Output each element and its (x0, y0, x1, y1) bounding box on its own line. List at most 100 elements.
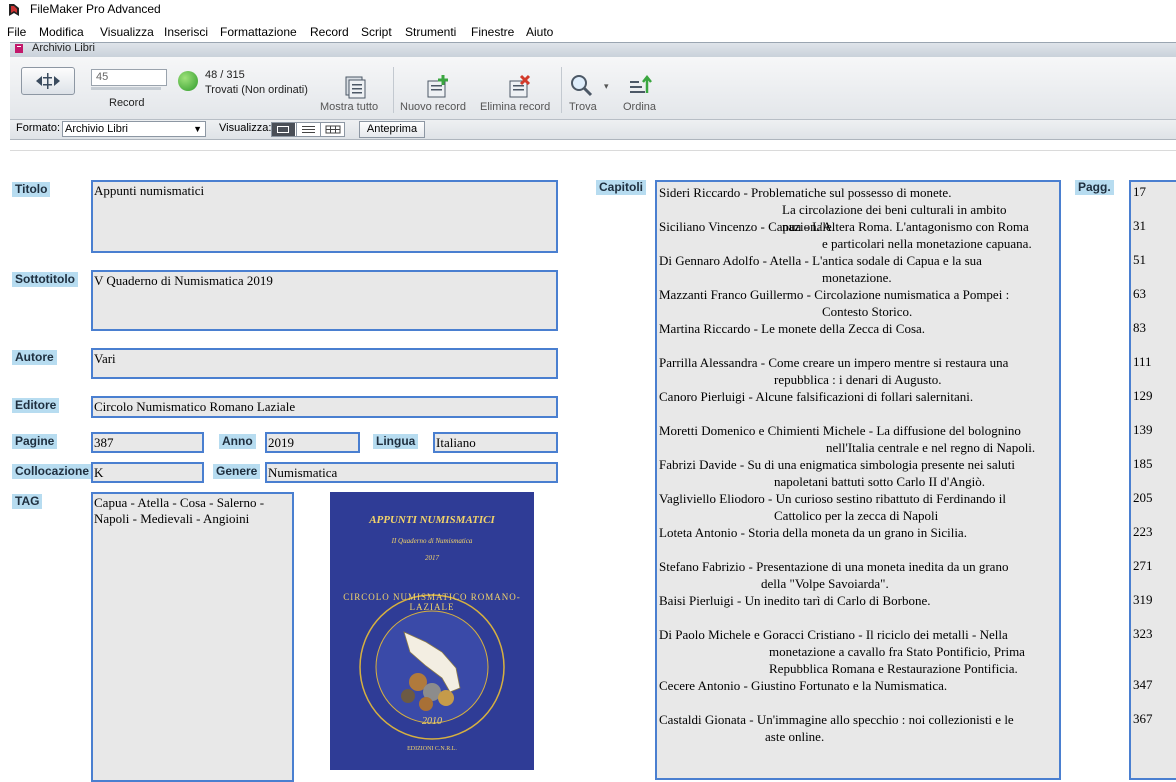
document-title: Archivio Libri (32, 42, 95, 54)
chapter-title-continuation: monetazione a cavallo fra Stato Pontific… (769, 644, 1025, 659)
find-dropdown-icon[interactable]: ▾ (604, 81, 609, 92)
cover-publisher: EDIZIONI C.N.R.L. (407, 746, 457, 752)
chapter-item: Baisi Pierluigi - Un inedito tarì di Car… (659, 592, 1059, 609)
found-count: 48 / 315 (205, 69, 245, 81)
lingua-label: Lingua (373, 434, 419, 449)
view-label: Visualizza: (219, 122, 272, 134)
chapter-page: 271 (1133, 558, 1153, 573)
book-nav-icon (36, 73, 60, 89)
chapter-title-continuation: repubblica : i denari di Augusto. (774, 372, 942, 387)
chapter-title-continuation: nell'Italia centrale e nel regno di Napo… (826, 440, 1036, 455)
chapter-title-continuation: Cattolico per la zecca di Napoli (774, 508, 939, 523)
genere-label: Genere (213, 464, 261, 479)
find-button[interactable]: ▾ Trova (567, 67, 611, 115)
status-toolbar: 45 Record 48 / 315 Trovati (Non ordinati… (10, 57, 1176, 120)
layout-bar: Formato: Archivio Libri ▼ Visualizza: An… (10, 120, 1176, 140)
cover-ring-text: CIRCOLO NUMISMATICO ROMANO-LAZIALE (343, 592, 521, 612)
show-all-label: Mostra tutto (320, 101, 379, 113)
show-all-button[interactable]: Mostra tutto (320, 67, 390, 115)
chapter-item: Castaldi Gionata - Un'immagine allo spec… (659, 711, 1059, 745)
menu-script[interactable]: Script (361, 25, 392, 39)
menu-aiuto[interactable]: Aiuto (526, 25, 553, 39)
cover-subtitle: II Quaderno di Numismatica (391, 537, 473, 545)
sort-button[interactable]: Ordina (621, 67, 665, 115)
find-label: Trova (569, 101, 597, 113)
form-view-icon (277, 126, 289, 133)
pagg-field[interactable]: 17 31 51 63 83 111 129 139 185 205 223 271 319 323 347… (1129, 180, 1176, 780)
record-number-input[interactable]: 45 (91, 69, 167, 86)
lingua-field[interactable]: Italiano (433, 432, 558, 453)
chapter-page: 323 (1133, 626, 1153, 641)
record-navigator[interactable] (21, 67, 75, 95)
chapter-title-continuation: Contesto Storico. (822, 304, 913, 319)
cover-year: 2017 (425, 554, 439, 562)
menu-finestre[interactable]: Finestre (471, 25, 514, 39)
menu-formattazione[interactable]: Formattazione (220, 25, 297, 39)
autore-label: Autore (12, 350, 57, 365)
pagine-field[interactable]: 387 (91, 432, 204, 453)
tag-field[interactable]: Capua - Atella - Cosa - Salerno - Napoli… (91, 492, 294, 782)
title-bar: FileMaker Pro Advanced (0, 0, 1176, 22)
table-view-button[interactable] (320, 123, 345, 136)
genere-field[interactable]: Numismatica (265, 462, 558, 483)
found-status: Trovati (Non ordinati) (205, 84, 308, 96)
form-view-button[interactable] (272, 123, 295, 136)
app-title: FileMaker Pro Advanced (30, 2, 161, 16)
chapter-page: 223 (1133, 524, 1153, 539)
menu-inserisci[interactable]: Inserisci (164, 25, 208, 39)
chapter-page: 347 (1133, 677, 1153, 692)
sottotitolo-field[interactable]: V Quaderno di Numismatica 2019 (91, 270, 558, 331)
menu-visualizza[interactable]: Visualizza (100, 25, 154, 39)
chapter-title: Mazzanti Franco Guillermo - Circolazione… (659, 287, 1010, 302)
menu-modifica[interactable]: Modifica (39, 25, 84, 39)
new-record-button[interactable]: Nuovo record (400, 67, 475, 115)
capitoli-label: Capitoli (596, 180, 646, 195)
chapter-page: 129 (1133, 388, 1153, 403)
menu-file[interactable]: File (7, 25, 26, 39)
chapter-title: Siciliano Vincenzo - Capua - L'Altera Ro… (659, 219, 1029, 234)
record-label: Record (109, 97, 145, 109)
chapter-item: Loteta Antonio - Storia della moneta da … (659, 524, 1059, 541)
view-mode-switch (271, 122, 345, 137)
preview-button[interactable]: Anteprima (359, 121, 425, 138)
chapter-title-continuation: napoletani battuti sotto Carlo II d'Angi… (774, 474, 986, 489)
menu-strumenti[interactable]: Strumenti (405, 25, 456, 39)
collocazione-label: Collocazione (12, 464, 93, 479)
record-slider[interactable] (91, 87, 161, 90)
chapter-page: 83 (1133, 320, 1146, 335)
pages-list: 17 31 51 63 83 111 129 139 185 205 223 271 319 323 347… (1131, 182, 1176, 778)
menu-record[interactable]: Record (310, 25, 349, 39)
document-icon (15, 44, 23, 53)
filemaker-app-icon (9, 4, 19, 16)
toolbar-separator (561, 67, 562, 113)
editore-field[interactable]: Circolo Numismatico Romano Laziale (91, 396, 558, 418)
show-all-icon (345, 76, 366, 99)
chapter-item: Fabrizi Davide - Su di una enigmatica si… (659, 456, 1059, 490)
pagine-label: Pagine (12, 434, 58, 449)
chapter-item: Cecere Antonio - Giustino Fortunato e la… (659, 677, 1059, 694)
chapter-item: Siciliano Vincenzo - Capua - L'Altera Ro… (659, 218, 1059, 252)
collocazione-field[interactable]: K (91, 462, 204, 483)
editore-label: Editore (12, 398, 60, 413)
new-record-icon (427, 75, 448, 98)
capitoli-field[interactable]: Sideri Riccardo - Problematiche sul poss… (655, 180, 1061, 780)
cover-founded: 2010 (422, 716, 442, 727)
chapter-title: Canoro Pierluigi - Alcune falsificazioni… (659, 389, 974, 404)
chapter-title-continuation: Repubblica Romana e Restaurazione Pontif… (769, 661, 1018, 676)
titolo-field[interactable]: Appunti numismatici (91, 180, 558, 253)
found-set-pie-icon (178, 71, 198, 91)
delete-record-button[interactable]: Elimina record (480, 67, 560, 115)
autore-field[interactable]: Vari (91, 348, 558, 379)
list-view-button[interactable] (296, 123, 320, 136)
anno-field[interactable]: 2019 (265, 432, 360, 453)
chapter-page: 31 (1133, 218, 1146, 233)
table-view-icon (325, 125, 341, 134)
chapter-page: 185 (1133, 456, 1153, 471)
chapter-item: Moretti Domenico e Chimienti Michele - L… (659, 422, 1059, 456)
chapter-item: Vagliviello Eliodoro - Un curioso sestin… (659, 490, 1059, 524)
layout-select[interactable]: Archivio Libri ▼ (62, 121, 206, 137)
chapter-page: 319 (1133, 592, 1153, 607)
chapter-title: Fabrizi Davide - Su di una enigmatica si… (659, 457, 1015, 472)
anno-label: Anno (219, 434, 256, 449)
tag-line: Napoli - Medievali - Angioini (94, 511, 250, 526)
